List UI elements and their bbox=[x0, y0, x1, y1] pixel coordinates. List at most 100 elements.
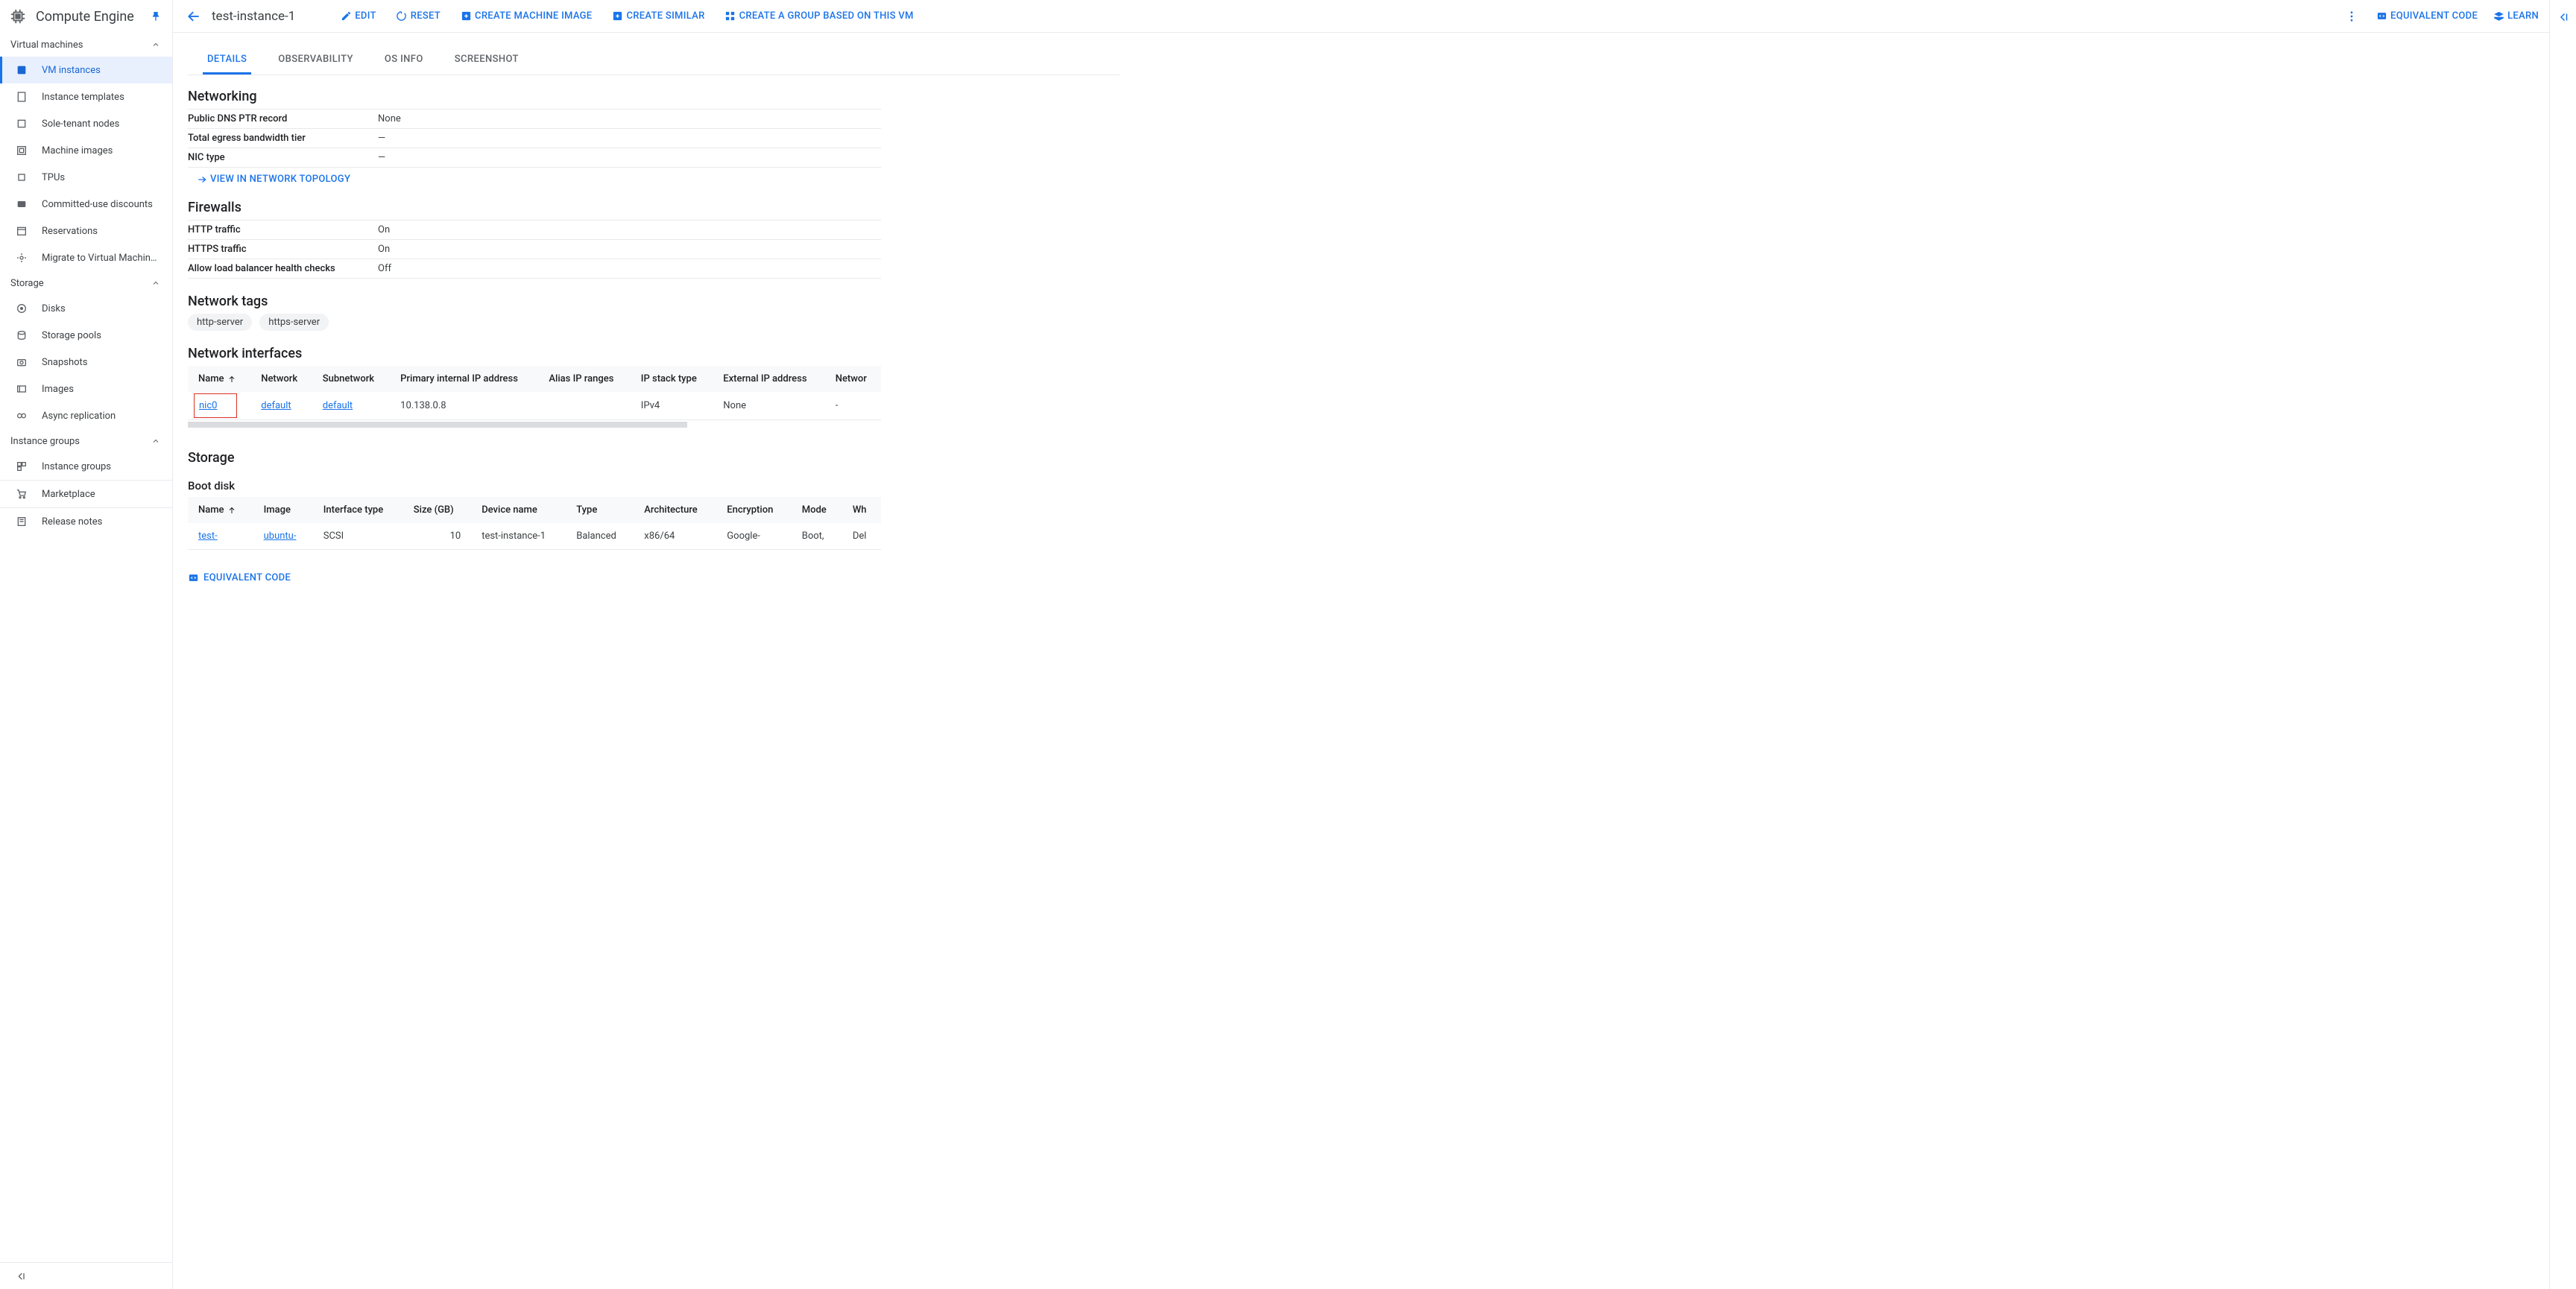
nic-external-ip: None bbox=[713, 392, 824, 420]
network-tags-heading: Network tags bbox=[188, 294, 881, 309]
disk-encryption: Google- bbox=[716, 523, 791, 550]
content-scroll[interactable]: Networking Public DNS PTR recordNone Tot… bbox=[173, 74, 2549, 1289]
col-when-deleted[interactable]: Wh bbox=[842, 497, 881, 523]
nav-item-instance-templates[interactable]: Instance templates bbox=[0, 83, 172, 110]
col-device-name[interactable]: Device name bbox=[471, 497, 566, 523]
edit-button[interactable]: EDIT bbox=[340, 10, 376, 22]
nav-item-label: Snapshots bbox=[42, 357, 88, 368]
create-machine-image-button[interactable]: CREATE MACHINE IMAGE bbox=[460, 10, 592, 22]
col-architecture[interactable]: Architecture bbox=[634, 497, 716, 523]
pin-icon[interactable] bbox=[148, 9, 163, 24]
col-external-ip[interactable]: External IP address bbox=[713, 366, 824, 392]
replication-icon bbox=[15, 409, 28, 422]
kv-key: Total egress bandwidth tier bbox=[188, 129, 378, 148]
col-network[interactable]: Network bbox=[250, 366, 312, 392]
col-network-tier[interactable]: Networ bbox=[825, 366, 881, 392]
nav-item-machine-images[interactable]: Machine images bbox=[0, 137, 172, 164]
learn-button[interactable]: LEARN bbox=[2493, 10, 2539, 22]
highlight-box: nic0 bbox=[194, 393, 237, 418]
create-similar-button[interactable]: CREATE SIMILAR bbox=[611, 10, 704, 22]
nav-item-marketplace[interactable]: Marketplace bbox=[0, 481, 172, 507]
horizontal-scrollbar[interactable] bbox=[188, 422, 687, 428]
nav-item-label: Migrate to Virtual Machin… bbox=[42, 253, 157, 264]
nav-item-label: Machine images bbox=[42, 145, 113, 156]
toolbar: test-instance-1 EDIT RESET CREATE MACHIN… bbox=[173, 0, 2549, 33]
col-encryption[interactable]: Encryption bbox=[716, 497, 791, 523]
sidebar: Compute Engine Virtual machines VM insta… bbox=[0, 0, 173, 1289]
expand-panel-button[interactable] bbox=[2557, 10, 2570, 24]
col-size[interactable]: Size (GB) bbox=[403, 497, 471, 523]
vm-icon bbox=[15, 63, 28, 77]
tab-observability[interactable]: OBSERVABILITY bbox=[274, 46, 358, 75]
equivalent-code-bottom-button[interactable]: EQUIVALENT CODE bbox=[188, 568, 291, 588]
back-button[interactable] bbox=[183, 6, 204, 27]
nav-item-reservations[interactable]: Reservations bbox=[0, 218, 172, 244]
nav-section-label: Virtual machines bbox=[10, 39, 83, 51]
nic-network-link[interactable]: default bbox=[261, 400, 291, 411]
view-network-topology-button[interactable]: VIEW IN NETWORK TOPOLOGY bbox=[188, 174, 881, 185]
nav-scroll[interactable]: Virtual machines VM instances Instance t… bbox=[0, 33, 172, 1262]
nav-item-storage-pools[interactable]: Storage pools bbox=[0, 322, 172, 349]
product-title: Compute Engine bbox=[36, 9, 139, 25]
button-label: CREATE A GROUP BASED ON THIS VM bbox=[739, 10, 914, 22]
disk-name-link[interactable]: test- bbox=[198, 531, 218, 542]
network-interfaces-heading: Network interfaces bbox=[188, 346, 881, 361]
nav-section-virtual-machines[interactable]: Virtual machines bbox=[0, 33, 172, 57]
col-type[interactable]: Type bbox=[566, 497, 634, 523]
nav-item-committed-use-discounts[interactable]: Committed-use discounts bbox=[0, 191, 172, 218]
nav-section-storage[interactable]: Storage bbox=[0, 271, 172, 295]
kv-value: — bbox=[378, 148, 881, 168]
col-alias-ip[interactable]: Alias IP ranges bbox=[538, 366, 630, 392]
tab-os-info[interactable]: OS INFO bbox=[380, 46, 428, 75]
nav-item-sole-tenant-nodes[interactable]: Sole-tenant nodes bbox=[0, 110, 172, 137]
nav-item-snapshots[interactable]: Snapshots bbox=[0, 349, 172, 376]
nav-item-migrate[interactable]: Migrate to Virtual Machin… bbox=[0, 244, 172, 271]
col-name[interactable]: Name bbox=[188, 366, 250, 392]
nav-item-release-notes[interactable]: Release notes bbox=[0, 508, 172, 535]
nav-item-disks[interactable]: Disks bbox=[0, 295, 172, 322]
button-label: LEARN bbox=[2507, 10, 2539, 22]
tab-details[interactable]: DETAILS bbox=[203, 46, 251, 75]
right-rail bbox=[2549, 0, 2576, 1289]
firewalls-heading: Firewalls bbox=[188, 200, 881, 215]
col-image[interactable]: Image bbox=[253, 497, 313, 523]
col-subnetwork[interactable]: Subnetwork bbox=[312, 366, 390, 392]
reset-button[interactable]: RESET bbox=[396, 10, 441, 22]
row-egress-tier: Total egress bandwidth tier— bbox=[188, 129, 881, 148]
boot-disk-table: Name Image Interface type Size (GB) Devi… bbox=[188, 497, 881, 550]
col-interface[interactable]: Interface type bbox=[313, 497, 403, 523]
nic-subnetwork-link[interactable]: default bbox=[323, 400, 353, 411]
row-http-traffic: HTTP trafficOn bbox=[188, 221, 881, 240]
nav-item-instance-groups[interactable]: Instance groups bbox=[0, 453, 172, 480]
node-icon bbox=[15, 117, 28, 130]
nav-item-vm-instances[interactable]: VM instances bbox=[0, 57, 172, 83]
nav-section-label: Instance groups bbox=[10, 436, 80, 447]
kv-key: NIC type bbox=[188, 148, 378, 168]
row-lb-health-checks: Allow load balancer health checksOff bbox=[188, 259, 881, 279]
nav-item-images[interactable]: Images bbox=[0, 376, 172, 402]
disk-row: test- ubuntu- SCSI 10 test-instance-1 Ba… bbox=[188, 523, 881, 550]
kv-value: On bbox=[378, 240, 881, 259]
tab-screenshot[interactable]: SCREENSHOT bbox=[450, 46, 523, 75]
nav-section-instance-groups[interactable]: Instance groups bbox=[0, 429, 172, 453]
nav-item-async-replication[interactable]: Async replication bbox=[0, 402, 172, 429]
instance-title: test-instance-1 bbox=[212, 9, 295, 24]
more-actions-button[interactable] bbox=[2343, 7, 2361, 25]
col-mode[interactable]: Mode bbox=[792, 497, 842, 523]
nic-name-link[interactable]: nic0 bbox=[199, 400, 217, 411]
nav-item-tpus[interactable]: TPUs bbox=[0, 164, 172, 191]
kv-key: Public DNS PTR record bbox=[188, 110, 378, 129]
nic-alias-ip bbox=[538, 392, 630, 420]
button-label: CREATE MACHINE IMAGE bbox=[475, 10, 592, 22]
equivalent-code-button[interactable]: EQUIVALENT CODE bbox=[2375, 10, 2478, 22]
col-ip-stack[interactable]: IP stack type bbox=[631, 366, 713, 392]
sidebar-collapse[interactable] bbox=[0, 1262, 172, 1289]
create-group-button[interactable]: CREATE A GROUP BASED ON THIS VM bbox=[724, 10, 914, 22]
col-primary-ip[interactable]: Primary internal IP address bbox=[390, 366, 538, 392]
disk-image-link[interactable]: ubuntu- bbox=[264, 531, 297, 542]
col-name[interactable]: Name bbox=[188, 497, 253, 523]
disk-type: Balanced bbox=[566, 523, 634, 550]
code-icon bbox=[2375, 10, 2387, 22]
nic-row: nic0 default default 10.138.0.8 IPv4 Non… bbox=[188, 392, 881, 420]
kv-value: Off bbox=[378, 259, 881, 279]
